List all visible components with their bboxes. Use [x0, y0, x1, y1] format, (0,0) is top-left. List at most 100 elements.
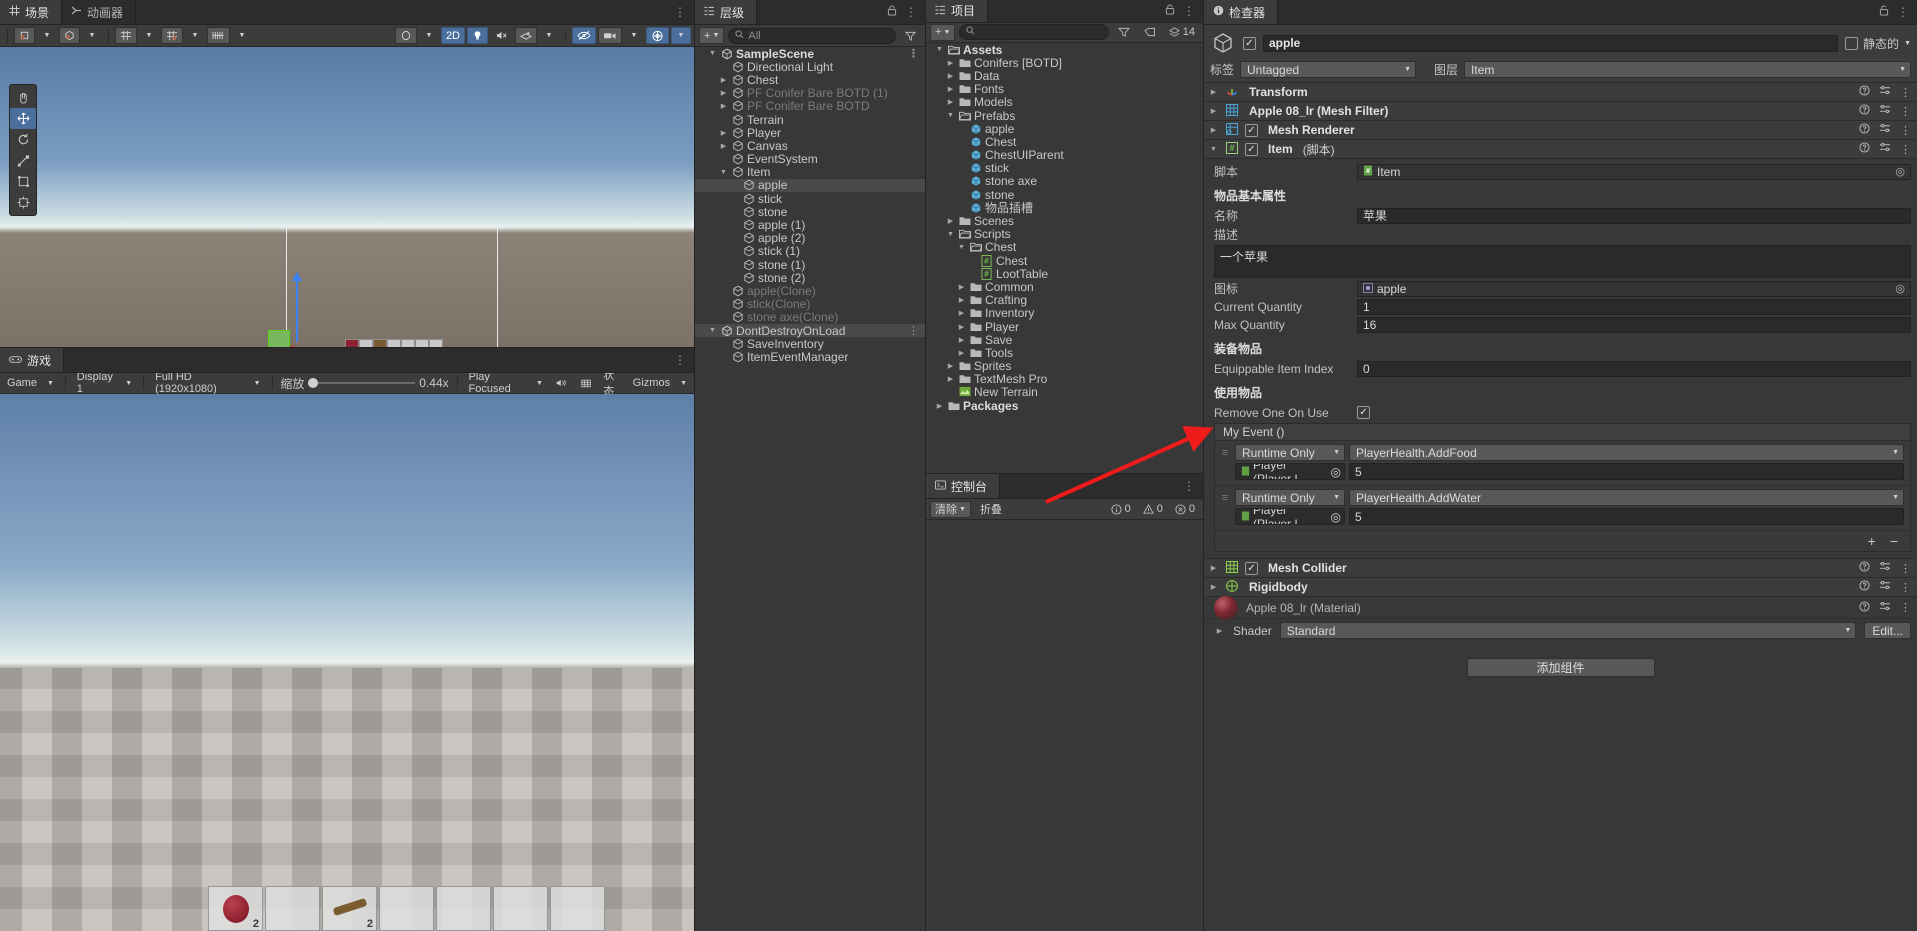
tree-row[interactable]: ▶ PF Conifer Bare BOTD (1) — [695, 86, 925, 100]
tree-row[interactable]: ▶SaveInventory — [695, 337, 925, 351]
tree-row[interactable]: ▶stone — [695, 205, 925, 219]
hierarchy-add-button[interactable]: + ▼ — [699, 27, 725, 44]
shader-edit-button[interactable]: Edit... — [1864, 622, 1911, 639]
console-warning-count[interactable]: 0 — [1139, 502, 1167, 517]
scene-shading-dropdown[interactable]: ▼ — [419, 27, 439, 44]
component-item-script[interactable]: ▼ # ✓ Item (脚本) ⋮ — [1204, 140, 1917, 159]
tree-row[interactable]: ▶apple — [926, 122, 1203, 136]
scene-camera-dropdown[interactable]: ▼ — [624, 27, 644, 44]
drag-handle-icon[interactable]: ≡ — [1219, 492, 1231, 504]
chevron-right-icon[interactable]: ▶ — [945, 217, 956, 225]
tree-row[interactable]: ▶#Chest — [926, 254, 1203, 268]
tab-scene[interactable]: 场景 — [0, 0, 63, 24]
tag-dropdown[interactable]: Untagged ▼ — [1240, 61, 1417, 78]
game-hotbar[interactable]: 2 2 — [208, 886, 605, 931]
project-search-input[interactable] — [959, 24, 1109, 41]
scene-tab-menu[interactable]: ⋮ — [674, 0, 694, 24]
help-icon[interactable] — [1859, 85, 1870, 99]
kebab-icon[interactable]: ⋮ — [674, 5, 686, 19]
hierarchy-tree[interactable]: ▼SampleScene⋮▶Directional Light▶Chest▶PF… — [695, 47, 925, 931]
event-mode-dropdown[interactable]: Runtime Only ▼ — [1235, 489, 1345, 506]
tree-row[interactable]: ▼ DontDestroyOnLoad ⋮ — [695, 324, 925, 338]
console-collapse-button[interactable]: 折叠 — [975, 501, 1007, 518]
scene-lighting-button[interactable] — [394, 27, 417, 44]
chevron-right-icon[interactable]: ▶ — [956, 309, 967, 317]
chevron-right-icon[interactable]: ▶ — [1214, 627, 1225, 635]
item-script-enabled-checkbox[interactable]: ✓ — [1245, 142, 1258, 156]
preset-icon[interactable] — [1879, 580, 1891, 594]
chevron-down-icon[interactable]: ▼ — [1208, 146, 1219, 153]
transform-tool[interactable] — [10, 192, 36, 213]
chevron-right-icon[interactable]: ▶ — [956, 283, 967, 291]
event-argument-input[interactable]: 5 — [1349, 508, 1904, 525]
equip-index-input[interactable]: 0 — [1357, 360, 1911, 377]
hotbar-slot[interactable] — [436, 886, 491, 931]
tree-row[interactable]: ▶ Sprites — [926, 359, 1203, 373]
tab-game[interactable]: 游戏 — [0, 348, 65, 372]
snap-increment-dropdown[interactable]: ▼ — [232, 27, 252, 44]
project-tree[interactable]: ▼ Assets ▶ Conifers [BOTD] ▶ Data ▶ Fonts ▶ Model… — [926, 43, 1203, 473]
tree-row[interactable]: ▶stick — [695, 192, 925, 206]
static-checkbox[interactable]: ✓ — [1845, 36, 1859, 50]
tree-row[interactable]: ▶ Player — [926, 320, 1203, 334]
object-picker-icon[interactable]: ◎ — [1895, 282, 1905, 295]
preset-icon[interactable] — [1879, 85, 1891, 99]
hotbar-slot[interactable] — [550, 886, 605, 931]
component-mesh-renderer[interactable]: ▶ ✓ Mesh Renderer ⋮ — [1204, 121, 1917, 140]
object-picker-icon[interactable]: ◎ — [1331, 510, 1341, 524]
scene-view[interactable] — [0, 47, 694, 347]
hotbar-slot[interactable] — [379, 886, 434, 931]
component-mesh-filter[interactable]: ▶ Apple 08_lr (Mesh Filter) ⋮ — [1204, 102, 1917, 121]
material-header[interactable]: Apple 08_lr (Material) ⋮ — [1204, 595, 1917, 620]
tree-row[interactable]: ▼ Prefabs — [926, 109, 1203, 123]
chevron-down-icon[interactable]: ▼ — [956, 244, 967, 251]
tree-row[interactable]: ▶#LootTable — [926, 267, 1203, 281]
hierarchy-search-input[interactable]: All — [728, 27, 896, 44]
scene-fx-button[interactable] — [515, 27, 537, 44]
chevron-down-icon[interactable]: ▼ — [707, 327, 718, 334]
tree-row[interactable]: ▶ Models — [926, 95, 1203, 109]
tree-row[interactable]: ▶EventSystem — [695, 152, 925, 166]
script-object-field[interactable]: # Item ◎ — [1357, 163, 1911, 180]
console-tab-menu[interactable]: ⋮ — [1183, 474, 1203, 498]
remove-event-button[interactable]: − — [1890, 533, 1898, 549]
gizmos-dropdown[interactable]: ▼ — [671, 27, 691, 44]
chevron-down-icon[interactable]: ▼ — [934, 46, 945, 53]
tree-row[interactable]: ▼ Assets — [926, 43, 1203, 57]
tab-project[interactable]: 项目 — [926, 0, 989, 22]
add-event-button[interactable]: + — [1868, 533, 1876, 549]
preset-icon[interactable] — [1879, 104, 1891, 118]
grid-snap-button[interactable] — [161, 27, 183, 44]
hierarchy-tab-controls[interactable]: ⋮ — [887, 0, 925, 24]
console-log-list[interactable] — [926, 520, 1203, 931]
tree-row[interactable]: ▶ Fonts — [926, 82, 1203, 96]
console-log-count[interactable]: 0 — [1107, 502, 1135, 517]
help-icon[interactable] — [1859, 142, 1870, 156]
transform-pivot-button[interactable] — [14, 27, 35, 44]
game-display-mode-dropdown[interactable]: Game ▼ — [4, 375, 57, 391]
tree-row[interactable]: ▶ Data — [926, 69, 1203, 83]
tree-row[interactable]: ▶New Terrain — [926, 385, 1203, 399]
tree-row[interactable]: ▶stone axe — [926, 174, 1203, 188]
chevron-right-icon[interactable]: ▶ — [718, 129, 729, 137]
gizmo-y-axis[interactable] — [292, 272, 302, 342]
tree-row[interactable]: ▶ Tools — [926, 346, 1203, 360]
tree-row[interactable]: ▶ TextMesh Pro — [926, 372, 1203, 386]
component-mesh-collider[interactable]: ▶ ✓ Mesh Collider ⋮ — [1204, 559, 1917, 578]
pivot-dropdown[interactable]: ▼ — [37, 27, 57, 44]
tab-console[interactable]: 控制台 — [926, 474, 1001, 498]
chevron-right-icon[interactable]: ▶ — [934, 402, 945, 410]
tree-row[interactable]: ▶apple(Clone) — [695, 284, 925, 298]
max-quantity-input[interactable]: 16 — [1357, 316, 1911, 333]
hand-tool[interactable] — [10, 87, 36, 108]
add-component-button[interactable]: 添加组件 — [1466, 658, 1655, 677]
tree-row[interactable]: ▶Terrain — [695, 113, 925, 127]
chevron-right-icon[interactable]: ▶ — [945, 98, 956, 106]
tree-row[interactable]: ▶ Chest — [695, 73, 925, 87]
tree-row[interactable]: ▶stone axe(Clone) — [695, 310, 925, 324]
grid-visibility-dropdown[interactable]: ▼ — [139, 27, 159, 44]
kebab-icon[interactable]: ⋮ — [1900, 86, 1911, 99]
hotbar-slot[interactable]: 2 — [322, 886, 377, 931]
tree-row[interactable]: ▶stick(Clone) — [695, 297, 925, 311]
tree-row[interactable]: ▼ Item — [695, 165, 925, 179]
